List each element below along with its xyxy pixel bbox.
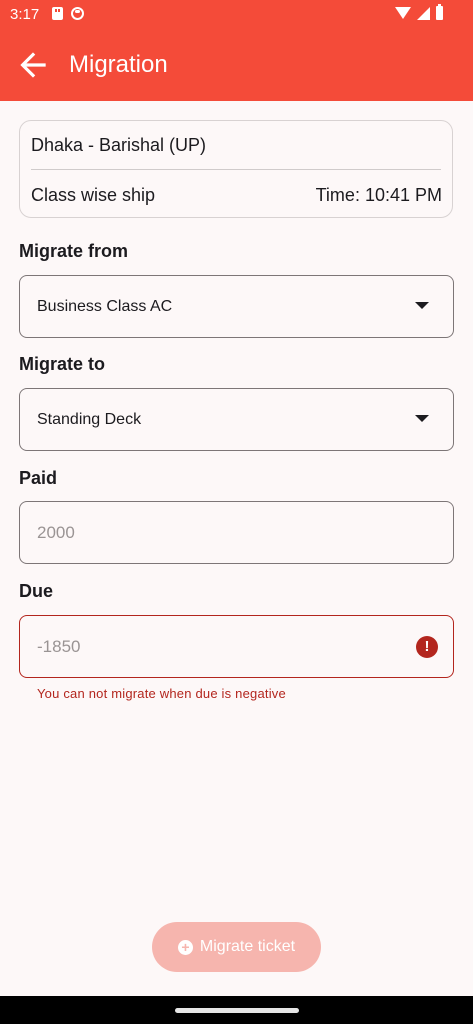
due-error-message: You can not migrate when due is negative: [37, 686, 286, 701]
wifi-icon: [395, 7, 411, 19]
migrate-from-dropdown[interactable]: Business Class AC: [19, 275, 454, 338]
route-info-card: Dhaka - Barishal (UP) Class wise ship Ti…: [19, 120, 453, 218]
status-bar: 3:17: [0, 0, 473, 30]
navigation-bar: [0, 996, 473, 1024]
route-name: Dhaka - Barishal (UP): [31, 135, 207, 155]
migrate-ticket-button[interactable]: + Migrate ticket: [152, 922, 321, 972]
dropdown-arrow-icon: [415, 415, 429, 422]
status-time: 3:17: [10, 6, 40, 23]
app-bar: Migration: [0, 30, 473, 101]
arrow-left-icon: [20, 52, 46, 78]
migrate-to-label: Migrate to: [19, 354, 106, 374]
paid-label: Paid: [19, 468, 58, 488]
home-indicator[interactable]: [175, 1008, 299, 1013]
migrate-to-dropdown[interactable]: Standing Deck: [19, 388, 454, 451]
ship-type: Class wise ship: [31, 185, 156, 205]
dropdown-arrow-icon: [415, 302, 429, 309]
plus-circle-icon: +: [177, 939, 193, 955]
status-right-icons: [395, 4, 443, 20]
migrate-ticket-label: Migrate ticket: [199, 938, 296, 955]
migrate-from-label: Migrate from: [19, 241, 129, 261]
departure-time: Time: 10:41 PM: [315, 185, 442, 205]
camera-icon: [71, 7, 84, 20]
battery-icon: [436, 4, 443, 20]
back-button[interactable]: [14, 46, 52, 84]
paid-input[interactable]: 2000: [19, 501, 454, 564]
card-divider: [31, 169, 441, 170]
paid-placeholder: 2000: [37, 523, 75, 542]
error-icon: !: [416, 636, 438, 658]
sd-card-icon: [52, 7, 63, 20]
migrate-from-value: Business Class AC: [37, 298, 173, 315]
signal-icon: [417, 6, 430, 20]
due-placeholder: -1850: [37, 637, 81, 656]
page-title: Migration: [69, 51, 168, 78]
due-label: Due: [19, 581, 54, 601]
due-input[interactable]: -1850 !: [19, 615, 454, 678]
status-left-icons: [52, 7, 84, 20]
migrate-to-value: Standing Deck: [37, 411, 142, 428]
